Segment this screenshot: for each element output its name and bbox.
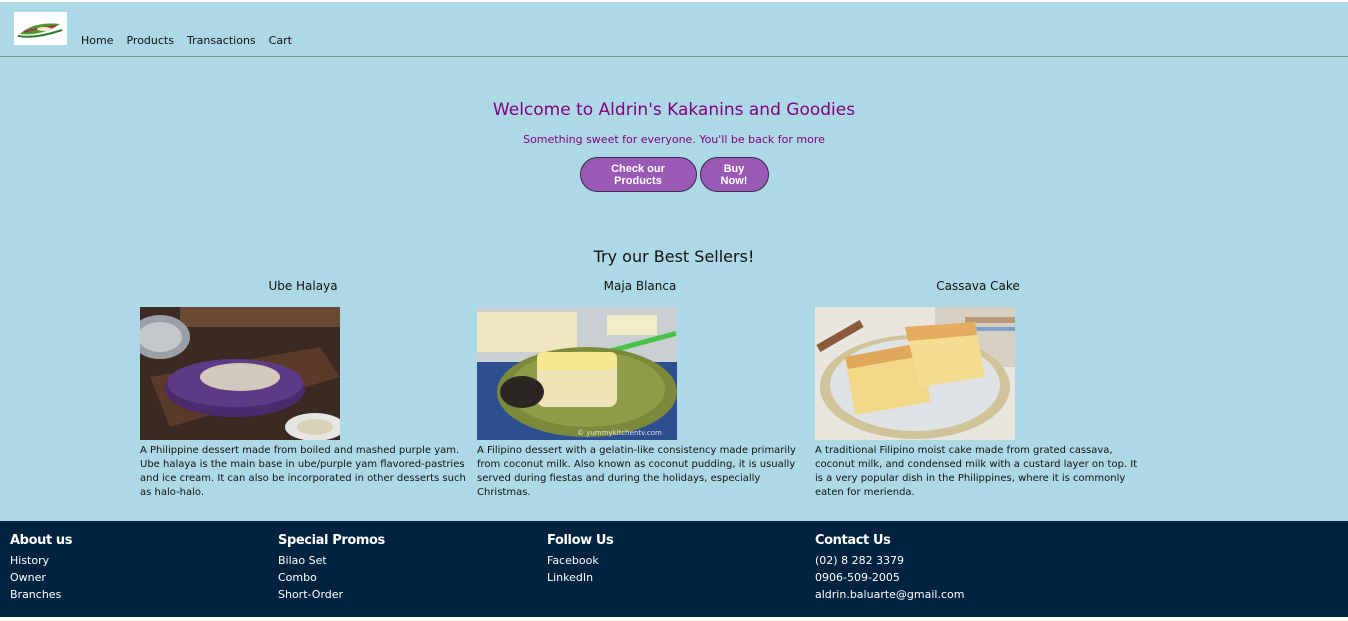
footer-short-order-link[interactable]: Short-Order bbox=[278, 586, 385, 603]
footer-phone-landline: (02) 8 282 3379 bbox=[815, 554, 905, 567]
svg-text:© yummykitchentv.com: © yummykitchentv.com bbox=[577, 429, 662, 437]
footer-linkedin-link[interactable]: LinkedIn bbox=[547, 569, 613, 586]
logo[interactable] bbox=[14, 12, 67, 45]
product-name: Cassava Cake bbox=[936, 279, 1020, 293]
product-card-ube-halaya: Ube Halaya A Philippine dessert made fro… bbox=[140, 279, 466, 500]
ube-halaya-image[interactable] bbox=[140, 307, 340, 440]
hero-buttons: Check our Products Buy Now! bbox=[0, 157, 1348, 192]
hero-subtitle: Something sweet for everyone. You'll be … bbox=[523, 133, 825, 146]
footer-follow-heading: Follow Us bbox=[547, 533, 614, 548]
footer-history-link[interactable]: History bbox=[10, 552, 72, 569]
nav-links: Home Products Transactions Cart bbox=[81, 34, 305, 47]
footer-contact-heading: Contact Us bbox=[815, 533, 891, 548]
product-description: A Philippine dessert made from boiled an… bbox=[140, 445, 466, 498]
footer-branches-link[interactable]: Branches bbox=[10, 586, 72, 603]
leaf-logo-icon bbox=[14, 12, 67, 45]
footer-email-link[interactable]: aldrin.baluarte@gmail.com bbox=[815, 586, 964, 603]
navbar: Home Products Transactions Cart bbox=[0, 2, 1348, 57]
product-card-maja-blanca: Maja Blanca © yummykitchentv.com A Filip… bbox=[477, 279, 803, 500]
footer-about-column: About us History Owner Branches bbox=[10, 533, 72, 603]
footer: About us History Owner Branches Special … bbox=[0, 521, 1348, 617]
maja-blanca-image[interactable]: © yummykitchentv.com bbox=[477, 307, 677, 440]
nav-transactions-link[interactable]: Transactions bbox=[187, 34, 256, 47]
buy-now-button[interactable]: Buy Now! bbox=[699, 157, 769, 192]
footer-combo-link[interactable]: Combo bbox=[278, 569, 385, 586]
hero-title: Welcome to Aldrin's Kakanins and Goodies bbox=[492, 100, 856, 120]
check-products-button[interactable]: Check our Products bbox=[579, 157, 697, 192]
best-sellers-title: Try our Best Sellers! bbox=[593, 247, 755, 266]
footer-promos-column: Special Promos Bilao Set Combo Short-Ord… bbox=[278, 533, 385, 603]
product-description: A Filipino dessert with a gelatin-like c… bbox=[477, 445, 796, 498]
product-name: Ube Halaya bbox=[268, 279, 338, 293]
footer-promos-heading: Special Promos bbox=[278, 533, 385, 548]
footer-follow-column: Follow Us Facebook LinkedIn bbox=[547, 533, 614, 586]
product-name: Maja Blanca bbox=[603, 279, 677, 293]
footer-owner-link[interactable]: Owner bbox=[10, 569, 72, 586]
footer-phone-mobile: 0906-509-2005 bbox=[815, 571, 900, 584]
footer-facebook-link[interactable]: Facebook bbox=[547, 552, 613, 569]
footer-bilao-set-link[interactable]: Bilao Set bbox=[278, 552, 385, 569]
nav-home-link[interactable]: Home bbox=[81, 34, 113, 47]
nav-cart-link[interactable]: Cart bbox=[269, 34, 292, 47]
footer-contact-column: Contact Us (02) 8 282 3379 0906-509-2005… bbox=[815, 533, 964, 603]
product-card-cassava-cake: Cassava Cake A traditional Filipino mois… bbox=[815, 279, 1141, 500]
product-description: A traditional Filipino moist cake made f… bbox=[815, 445, 1138, 498]
footer-about-heading: About us bbox=[10, 533, 73, 548]
cassava-cake-image[interactable] bbox=[815, 307, 1015, 440]
page-body: Home Products Transactions Cart Welcome … bbox=[0, 2, 1348, 521]
nav-products-link[interactable]: Products bbox=[126, 34, 174, 47]
